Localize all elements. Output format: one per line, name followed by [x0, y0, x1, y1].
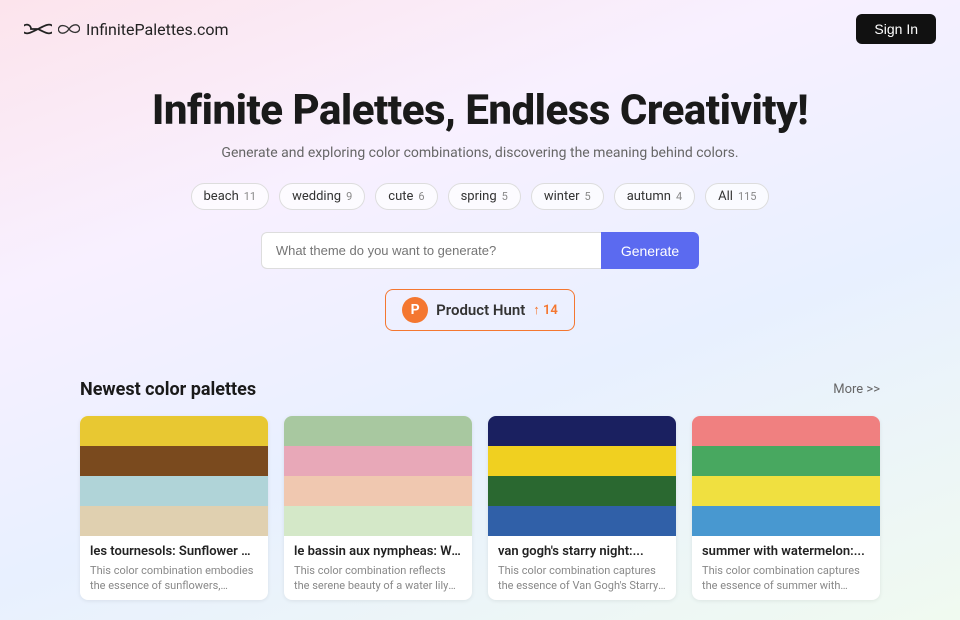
search-input[interactable] — [261, 232, 601, 269]
color-swatch — [692, 506, 880, 536]
logo-text: InfinitePalettes.com — [86, 20, 229, 39]
tag-count: 11 — [244, 190, 256, 203]
color-swatch — [80, 506, 268, 536]
palette-card[interactable]: van gogh's starry night:... This color co… — [488, 416, 676, 600]
palette-card[interactable]: les tournesols: Sunflower Yello... This c… — [80, 416, 268, 600]
palette-name: les tournesols: Sunflower Yello... — [90, 544, 258, 559]
color-swatch — [488, 506, 676, 536]
color-swatch — [692, 476, 880, 506]
palette-info: van gogh's starry night:... This color co… — [488, 536, 676, 600]
logo[interactable]: InfinitePalettes.com — [24, 20, 229, 39]
palette-info: le bassin aux nympheas: Water... This col… — [284, 536, 472, 600]
palette-swatches — [80, 416, 268, 536]
tag-label: winter — [544, 189, 580, 204]
tag-label: spring — [461, 189, 497, 204]
tag-item[interactable]: cute 6 — [375, 183, 437, 210]
search-area: Generate — [20, 232, 940, 269]
palettes-section: Newest color palettes More >> les tourne… — [0, 359, 960, 620]
generate-button[interactable]: Generate — [601, 232, 699, 269]
palette-swatches — [488, 416, 676, 536]
tag-item[interactable]: beach 11 — [191, 183, 270, 210]
infinity-icon — [24, 22, 52, 36]
tag-count: 5 — [585, 190, 591, 203]
hero-subtitle: Generate and exploring color combination… — [20, 145, 940, 161]
tag-label: All — [718, 189, 733, 204]
more-link[interactable]: More >> — [833, 382, 880, 397]
tag-count: 4 — [676, 190, 682, 203]
color-swatch — [284, 506, 472, 536]
palette-name: le bassin aux nympheas: Water... — [294, 544, 462, 559]
tags-container: beach 11wedding 9cute 6spring 5winter 5a… — [20, 183, 940, 210]
color-swatch — [488, 416, 676, 446]
palette-card[interactable]: le bassin aux nympheas: Water... This col… — [284, 416, 472, 600]
color-swatch — [284, 446, 472, 476]
tag-item[interactable]: autumn 4 — [614, 183, 695, 210]
palette-info: summer with watermelon:... This color com… — [692, 536, 880, 600]
tag-label: wedding — [292, 189, 341, 204]
palette-name: summer with watermelon:... — [702, 544, 870, 559]
tag-item[interactable]: spring 5 — [448, 183, 521, 210]
color-swatch — [80, 446, 268, 476]
sign-in-button[interactable]: Sign In — [856, 14, 936, 44]
product-hunt-count: ↑ 14 — [533, 302, 558, 318]
palette-swatches — [692, 416, 880, 536]
palettes-title: Newest color palettes — [80, 379, 256, 400]
palette-swatches — [284, 416, 472, 536]
product-hunt-badge[interactable]: P Product Hunt ↑ 14 — [385, 289, 575, 331]
tag-label: autumn — [627, 189, 671, 204]
infinity-logo-icon — [58, 22, 80, 36]
color-swatch — [80, 476, 268, 506]
tag-item[interactable]: winter 5 — [531, 183, 604, 210]
tag-count: 115 — [738, 190, 757, 203]
tag-count: 9 — [346, 190, 352, 203]
palette-name: van gogh's starry night:... — [498, 544, 666, 559]
product-hunt-text: Product Hunt — [436, 301, 525, 319]
tag-item[interactable]: All 115 — [705, 183, 769, 210]
hero-section: Infinite Palettes, Endless Creativity! G… — [0, 58, 960, 359]
product-hunt-icon: P — [402, 297, 428, 323]
color-swatch — [284, 416, 472, 446]
palettes-header: Newest color palettes More >> — [80, 379, 880, 400]
tag-count: 5 — [502, 190, 508, 203]
palette-desc: This color combination embodies the esse… — [90, 563, 258, 594]
color-swatch — [692, 416, 880, 446]
color-swatch — [284, 476, 472, 506]
palette-info: les tournesols: Sunflower Yello... This c… — [80, 536, 268, 600]
color-swatch — [80, 416, 268, 446]
color-swatch — [692, 446, 880, 476]
tag-count: 6 — [418, 190, 424, 203]
tag-item[interactable]: wedding 9 — [279, 183, 365, 210]
palette-desc: This color combination captures the esse… — [498, 563, 666, 594]
hero-title: Infinite Palettes, Endless Creativity! — [20, 86, 940, 135]
tag-label: beach — [204, 189, 239, 204]
palette-desc: This color combination captures the esse… — [702, 563, 870, 594]
tag-label: cute — [388, 189, 413, 204]
color-swatch — [488, 446, 676, 476]
color-swatch — [488, 476, 676, 506]
palettes-grid: les tournesols: Sunflower Yello... This c… — [80, 416, 880, 600]
palette-desc: This color combination reflects the sere… — [294, 563, 462, 594]
palette-card[interactable]: summer with watermelon:... This color com… — [692, 416, 880, 600]
